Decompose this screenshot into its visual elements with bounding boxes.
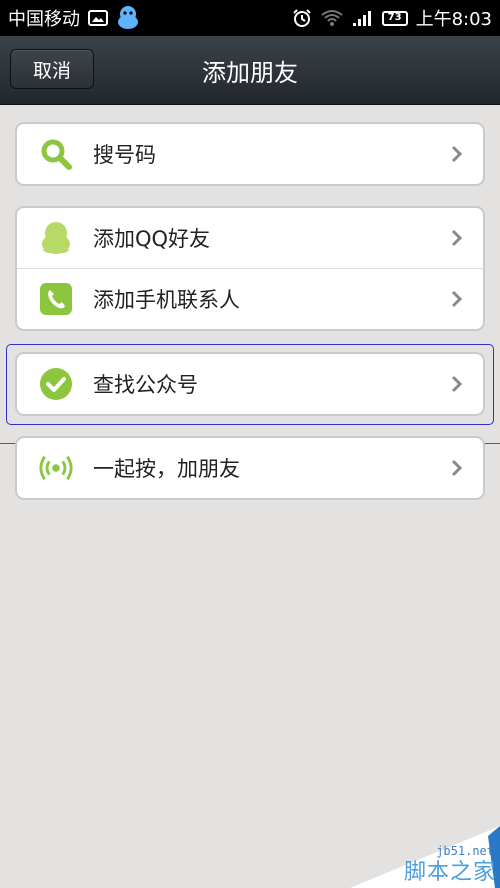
- alarm-icon: [292, 8, 312, 28]
- list-item-label: 查找公众号: [93, 373, 198, 397]
- radar-signal-icon: [39, 451, 73, 485]
- chevron-right-icon: [449, 374, 465, 394]
- list-item-label: 一起按，加朋友: [93, 457, 240, 481]
- image-icon: [88, 9, 108, 27]
- list-item-search-number[interactable]: 搜号码: [17, 124, 483, 184]
- title-bar: 取消 添加朋友: [0, 36, 500, 105]
- list-item-press-together[interactable]: 一起按，加朋友: [17, 438, 483, 498]
- list-item-add-qq-friend[interactable]: 添加QQ好友: [17, 208, 483, 268]
- watermark: jb51.net 脚本之家: [350, 826, 500, 888]
- battery-icon: 73: [381, 10, 408, 26]
- public-account-group: 查找公众号: [15, 352, 485, 416]
- search-group: 搜号码: [15, 122, 485, 186]
- chevron-right-icon: [449, 458, 465, 478]
- clock-time: 上午8:03: [415, 9, 492, 30]
- search-icon: [39, 137, 73, 171]
- status-bar: 中国移动 73 上午8:03: [0, 0, 500, 36]
- carrier-label: 中国移动: [8, 9, 80, 30]
- list-item-label: 添加QQ好友: [93, 227, 211, 251]
- list-item-label: 添加手机联系人: [93, 288, 240, 312]
- chevron-right-icon: [449, 144, 465, 164]
- check-circle-icon: [39, 367, 73, 401]
- list-item-add-phone-contact[interactable]: 添加手机联系人: [17, 268, 483, 329]
- chevron-right-icon: [449, 228, 465, 248]
- phone-icon: [39, 282, 73, 316]
- contacts-group: 添加QQ好友 添加手机联系人: [15, 206, 485, 331]
- watermark-text: 脚本之家: [403, 860, 496, 885]
- list-item-label: 搜号码: [93, 143, 156, 167]
- qq-penguin-icon: [39, 221, 73, 255]
- cancel-button[interactable]: 取消: [10, 49, 94, 89]
- qq-penguin-icon: [116, 5, 140, 31]
- radar-group: 一起按，加朋友: [15, 436, 485, 500]
- signal-icon: [352, 9, 374, 27]
- chevron-right-icon: [449, 289, 465, 309]
- list-item-find-public-account[interactable]: 查找公众号: [17, 354, 483, 414]
- wifi-icon: [320, 9, 344, 27]
